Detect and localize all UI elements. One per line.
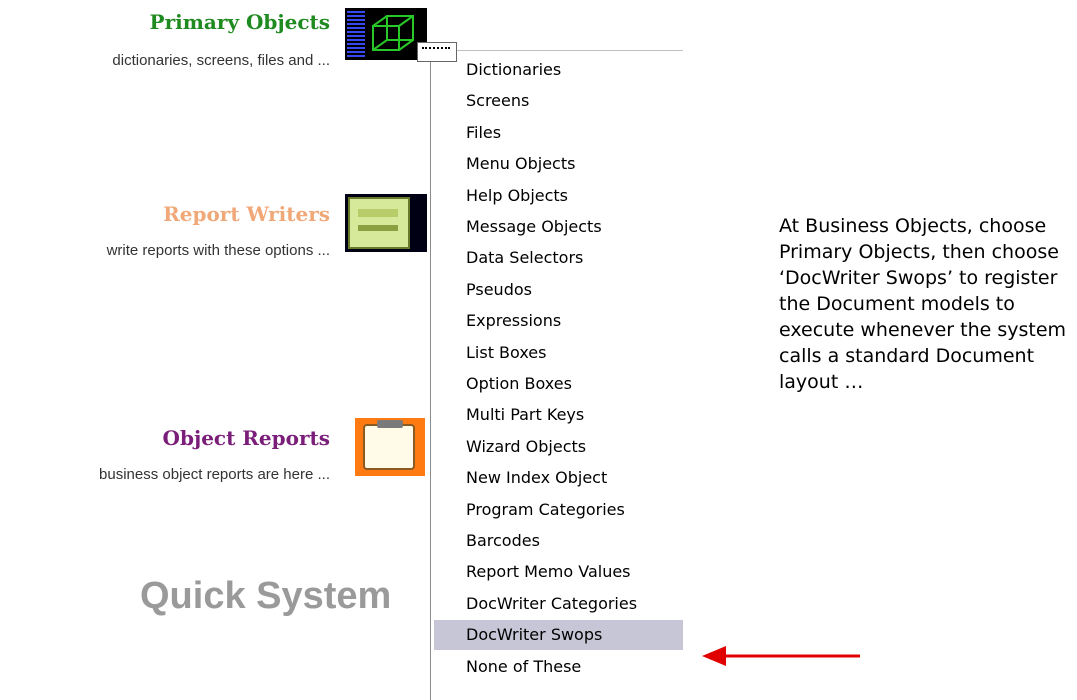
- primary-objects-title[interactable]: Primary Objects: [150, 10, 330, 34]
- pointer-arrow-icon: [702, 646, 860, 666]
- menu-toggle-button[interactable]: [417, 42, 457, 62]
- quick-system-heading: Quick System: [140, 575, 392, 617]
- menu-item[interactable]: Pseudos: [434, 275, 683, 305]
- menu-item[interactable]: Wizard Objects: [434, 432, 683, 462]
- menu-item[interactable]: Expressions: [434, 306, 683, 336]
- menu-item[interactable]: Option Boxes: [434, 369, 683, 399]
- cube-wireframe-icon: [372, 15, 414, 51]
- clipboard-clip: [377, 420, 403, 428]
- menu-item[interactable]: Message Objects: [434, 212, 683, 242]
- 3d-cube-icon[interactable]: [345, 8, 427, 60]
- clipboard-paper: [363, 424, 415, 470]
- clipboard-icon[interactable]: [355, 418, 425, 476]
- menu-item[interactable]: Data Selectors: [434, 243, 683, 273]
- primary-objects-description: dictionaries, screens, files and ...: [112, 52, 330, 69]
- menu-item[interactable]: None of These: [434, 652, 683, 682]
- menu-item[interactable]: Report Memo Values: [434, 557, 683, 587]
- menu-item[interactable]: Files: [434, 118, 683, 148]
- menu-item[interactable]: Multi Part Keys: [434, 400, 683, 430]
- menu-item[interactable]: DocWriter Swops: [434, 620, 683, 651]
- menu-item[interactable]: DocWriter Categories: [434, 589, 683, 619]
- dotted-bar-icon: [347, 11, 365, 57]
- object-reports-description: business object reports are here ...: [99, 466, 330, 483]
- menu-item[interactable]: List Boxes: [434, 338, 683, 368]
- report-writers-description: write reports with these options ...: [106, 242, 330, 259]
- menu-item[interactable]: Program Categories: [434, 495, 683, 525]
- menu-item[interactable]: Screens: [434, 86, 683, 116]
- popup-menu[interactable]: Dictionaries Screens Files Menu Objects Help…: [430, 50, 683, 700]
- menu-item[interactable]: Help Objects: [434, 181, 683, 211]
- menu-item[interactable]: Barcodes: [434, 526, 683, 556]
- menu-item[interactable]: Menu Objects: [434, 149, 683, 179]
- object-reports-title[interactable]: Object Reports: [163, 426, 330, 450]
- menu-item[interactable]: New Index Object: [434, 463, 683, 493]
- report-screen-icon[interactable]: [345, 194, 427, 252]
- instruction-note: At Business Objects, choose Primary Obje…: [779, 215, 1067, 393]
- report-writers-title[interactable]: Report Writers: [163, 202, 330, 226]
- menu-item[interactable]: Dictionaries: [434, 55, 683, 85]
- report-screen-graphic: [348, 197, 410, 249]
